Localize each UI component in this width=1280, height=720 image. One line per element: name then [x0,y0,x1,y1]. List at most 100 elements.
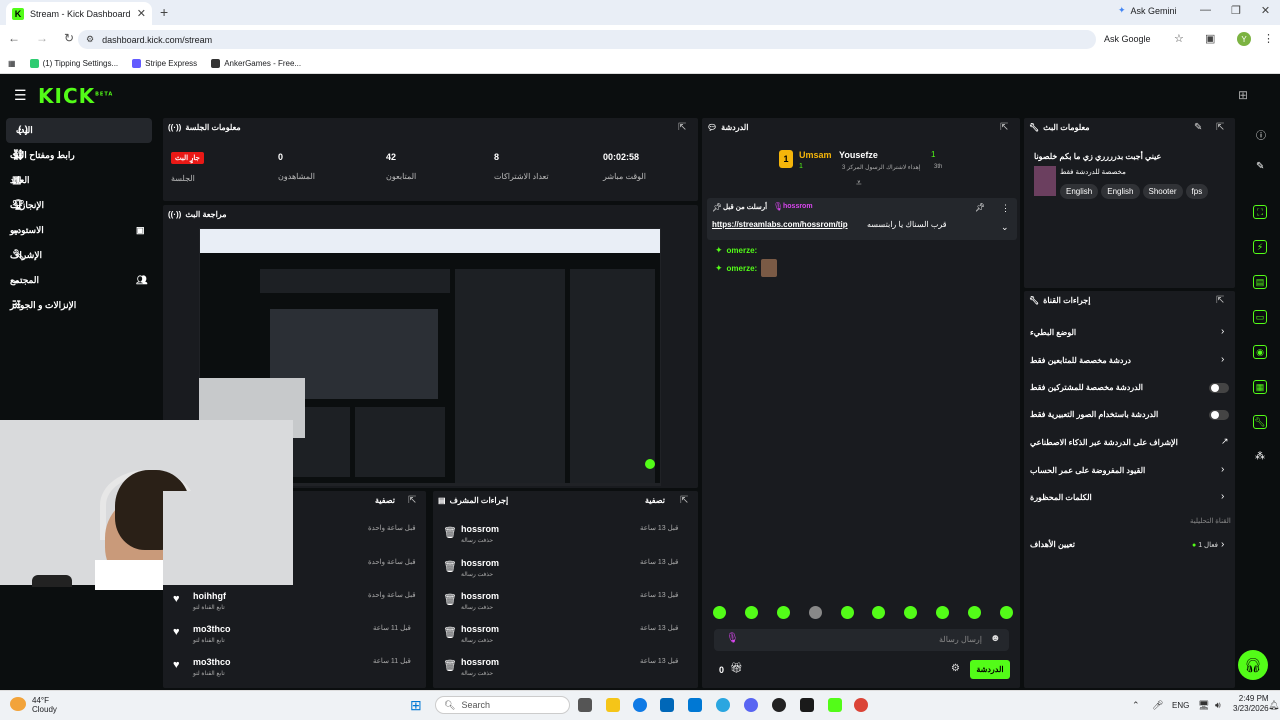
broadcast-icon[interactable]: ◉ [1253,345,1267,359]
sidebar-item-moderation[interactable]: 🔧︎ الإشراف [0,243,158,268]
lightning-icon[interactable]: ⚡︎ [1253,240,1267,254]
sidebar-item-stream-key[interactable]: ⛓ رابط ومفتاح البث [0,143,158,168]
emote-button[interactable] [968,606,981,619]
chevron-right-icon[interactable]: › [1221,464,1224,475]
chat-username[interactable]: omerze: [727,246,758,255]
forward-icon[interactable]: → [36,31,48,45]
store-icon[interactable] [660,698,674,712]
top-gifter-name[interactable]: Umsam [799,150,832,160]
gift-icon[interactable]: 🎁︎ [730,663,743,674]
pinned-username[interactable]: hossrom [783,203,813,210]
emote-button[interactable] [936,606,950,619]
file-explorer-icon[interactable] [606,698,620,712]
task-view-icon[interactable] [578,698,592,712]
volume-icon[interactable]: 🔊︎ [1215,700,1221,711]
input-language[interactable]: ENG [1172,701,1189,710]
close-window-icon[interactable]: ✕ [1261,4,1270,17]
ask-gemini-button[interactable]: ✦ Ask Gemini [1118,5,1177,16]
maximize-icon[interactable]: ❐ [1231,4,1241,17]
account-age-row[interactable]: القيود المفروضة على عمر الحساب [1030,466,1230,475]
filter-button[interactable]: تصفية [375,496,395,505]
sidebar-item-achievements[interactable]: 🏆︎ الإنجازات [0,193,158,218]
settings-gear-icon[interactable]: ⚙ [951,663,960,674]
ai-moderation-row[interactable]: الإشراف على الدردشة عبر الذكاء الاصطناعي [1030,438,1230,447]
profile-avatar[interactable]: Y [1237,32,1251,46]
terminal-icon[interactable] [800,698,814,712]
banned-words-row[interactable]: الكلمات المحظورة [1030,493,1230,502]
sidebar-item-community[interactable]: ⌄ 👥︎ المجتمع [0,268,158,293]
camera-frame-icon[interactable]: ⛶ [1253,205,1267,219]
slow-mode-row[interactable]: الوضع البطيء [1030,328,1230,337]
kick-app-icon[interactable] [828,698,842,712]
support-headset-icon[interactable]: 🎧︎ [1238,650,1268,680]
side-panel-icon[interactable]: ▣ [1205,32,1215,45]
browser-menu-icon[interactable]: ⋮ [1263,32,1274,45]
tray-chevron-up-icon[interactable]: ⌃ [1132,700,1140,711]
minimize-icon[interactable]: — [1200,4,1211,17]
dashboard-layout-icon[interactable]: ⊞ [1238,88,1248,102]
document-icon[interactable]: ▤ [1253,275,1267,289]
emote-button[interactable] [872,606,886,619]
chat-username[interactable]: omerze: [727,264,758,273]
close-tab-icon[interactable]: ✕ [137,7,146,20]
emote-button[interactable] [904,606,918,619]
emoji-icon[interactable]: ☻ [990,633,1001,644]
reload-icon[interactable]: ↻ [64,31,74,45]
taskbar-search[interactable]: 🔍︎ Search [435,696,570,714]
chevron-down-icon[interactable]: ⌄ [1001,222,1009,233]
chrome-icon[interactable] [854,698,868,712]
share-nodes-icon[interactable]: ⁂ [1255,451,1265,462]
edge-icon[interactable] [633,698,647,712]
obs-icon[interactable] [772,698,786,712]
menu-icon[interactable]: ☰ [14,87,27,104]
emote-button[interactable] [808,606,822,619]
sidebar-item-studio[interactable]: ⌄ ▣ الاستوديو [0,218,158,243]
unpin-icon[interactable]: 📌︎ [975,203,985,212]
weather-widget[interactable]: 44°F Cloudy [32,696,57,714]
bookmark-star-icon[interactable]: ☆ [1174,32,1184,45]
bookmark-anker[interactable]: AnkerGames - Free... [211,58,301,68]
pinned-link[interactable]: https://streamlabs.com/hossrom/tip [712,220,848,229]
chevron-right-icon[interactable]: › [1221,326,1224,337]
discord-icon[interactable] [744,698,758,712]
info-icon[interactable]: ⓘ [1256,127,1266,142]
pinned-menu-icon[interactable]: ⋮ [1001,203,1010,214]
emote-button[interactable] [744,606,758,619]
sidebar-item-revenue[interactable]: ▥ العائد [0,168,158,193]
chevron-right-icon[interactable]: › [1221,539,1224,550]
popout-icon[interactable]: ⇱ [408,495,416,506]
followers-only-row[interactable]: دردشة مخصصة للمتابعين فقط [1030,356,1230,365]
notification-bell-icon[interactable]: 🔔︎ [1268,700,1279,711]
mail-icon[interactable] [688,698,702,712]
site-info-icon[interactable]: ⚙ [86,34,94,45]
chevron-right-icon[interactable]: › [1221,354,1224,365]
network-icon[interactable]: 🖥︎ [1198,700,1209,711]
emote-only-toggle[interactable] [1209,410,1229,420]
send-chat-button[interactable]: الدردشة [970,660,1010,679]
wrench-icon[interactable]: 🔧︎ [1253,415,1267,429]
apps-icon[interactable]: ▦ [8,59,16,68]
windows-start-icon[interactable]: ⊞ [410,697,422,714]
chat-input[interactable]: 🎙︎ إرسال رسالة ☻ [714,629,1009,651]
bookmark-tipping[interactable]: (1) Tipping Settings... [29,58,118,68]
microphone-icon[interactable]: 🎤︎ [1152,700,1163,711]
app-icon[interactable] [716,698,730,712]
popout-icon[interactable]: ⇱ [678,122,686,133]
chat-bubble-icon[interactable]: ▭ [1253,310,1267,324]
collapse-leaderboard-icon[interactable]: ⩡ [856,178,862,189]
filter-button[interactable]: تصفية [645,496,665,505]
emote-button[interactable] [840,606,854,619]
url-input[interactable]: ⚙ dashboard.kick.com/stream [78,30,1096,49]
chevron-right-icon[interactable]: › [1221,491,1224,502]
ask-google-button[interactable]: Ask Google [1104,34,1151,44]
bookmark-stripe[interactable]: Stripe Express [132,58,197,68]
back-icon[interactable]: ← [8,31,20,45]
emote-button[interactable] [999,606,1013,619]
sidebar-item-drops[interactable]: ☷ الإنزالات و الجوائز [0,293,158,318]
popout-icon[interactable]: ⇱ [680,495,688,506]
browser-tab[interactable]: K Stream - Kick Dashboard ✕ [6,2,152,25]
system-clock[interactable]: 2:49 PM 3/23/2026 [1233,694,1269,714]
emote-button[interactable] [776,606,790,619]
emote-button[interactable] [713,606,726,619]
sidebar-item-stream[interactable]: (·) البث [6,118,152,143]
